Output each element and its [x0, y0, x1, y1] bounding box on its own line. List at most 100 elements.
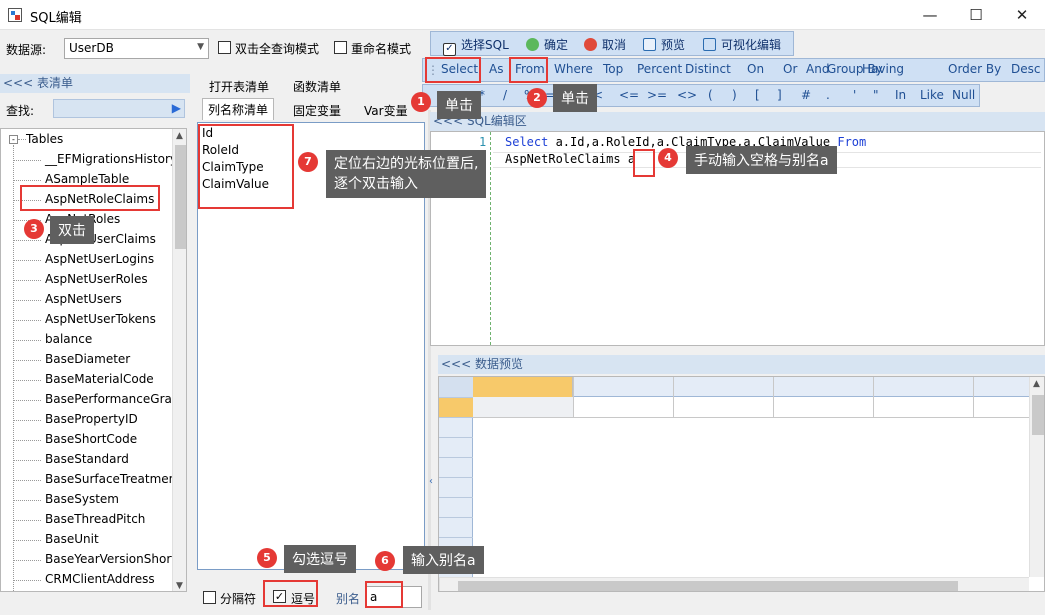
chevron-up-icon[interactable]: ▲ — [1033, 379, 1040, 389]
data-preview-grid[interactable]: ▲ — [438, 376, 1045, 592]
tab-open-tables[interactable]: 打开表清单 — [209, 78, 269, 95]
gutter-line — [490, 132, 491, 345]
highlight-alias-typed — [633, 149, 655, 177]
tab-functions[interactable]: 函数清单 — [293, 78, 341, 95]
grid-line — [773, 377, 774, 417]
operator-button[interactable]: >= — [647, 88, 667, 102]
tree-item[interactable]: BaseSystem — [45, 492, 119, 506]
keyword-button[interactable]: Or — [783, 62, 797, 76]
operator-button[interactable]: <= — [619, 88, 639, 102]
scroll-thumb[interactable] — [1032, 395, 1044, 435]
grid-vscrollbar[interactable]: ▲ — [1029, 377, 1044, 577]
ok-button[interactable]: 确定 — [526, 36, 568, 53]
search-input[interactable]: ▶ — [53, 99, 185, 118]
scroll-thumb[interactable] — [458, 581, 958, 591]
operator-button[interactable]: / — [503, 88, 507, 102]
chevron-up-icon[interactable]: ▲ — [176, 131, 183, 141]
tree-item[interactable]: BaseSurfaceTreatment — [45, 472, 181, 486]
keyword-button[interactable]: Top — [603, 62, 623, 76]
keyword-button[interactable]: Having — [862, 62, 904, 76]
keyword-button[interactable]: Where — [554, 62, 593, 76]
tree-item[interactable]: ASampleTable — [45, 172, 129, 186]
rename-mode-checkbox[interactable] — [334, 41, 347, 54]
operator-button[interactable]: ) — [732, 88, 737, 102]
keyword-button[interactable]: As — [489, 62, 503, 76]
main-toolbar: ✓ 选择SQL 确定 取消 预览 可视化编辑 — [430, 31, 794, 56]
operator-button[interactable]: ' — [853, 88, 856, 102]
grid-line — [439, 517, 473, 518]
full-query-checkbox[interactable] — [218, 41, 231, 54]
scroll-thumb[interactable] — [175, 145, 186, 249]
close-button[interactable]: ✕ — [999, 0, 1045, 30]
tree-item[interactable]: AspNetUserTokens — [45, 312, 156, 326]
tree-item[interactable]: AspNetUsers — [45, 292, 122, 306]
tab-fixed-vars[interactable]: 固定变量 — [293, 102, 341, 119]
tree-item[interactable]: BaseMaterialCode — [45, 372, 154, 386]
operator-button[interactable]: In — [895, 88, 906, 102]
keyword-button[interactable]: On — [747, 62, 764, 76]
active-column-header[interactable] — [473, 377, 573, 397]
operator-button[interactable]: Like — [920, 88, 944, 102]
tree-item[interactable]: BasePropertyID — [45, 412, 138, 426]
tree-item[interactable]: BaseShortCode — [45, 432, 137, 446]
preview-button[interactable]: 预览 — [643, 36, 685, 53]
data-preview-header[interactable]: <<< 数据预览 — [438, 355, 1045, 374]
tree-item[interactable]: BaseYearVersionShort — [45, 552, 176, 566]
tree-line — [14, 360, 41, 361]
tree-item[interactable]: __EFMigrationsHistory — [45, 152, 177, 166]
tree-item[interactable]: AspNetUserRoles — [45, 272, 148, 286]
keyword-button[interactable]: Distinct — [685, 62, 731, 76]
tree-item[interactable]: BaseThreadPitch — [45, 512, 145, 526]
chevron-down-icon[interactable]: ▼ — [176, 581, 183, 591]
cancel-button[interactable]: 取消 — [584, 36, 626, 53]
keyword-button[interactable]: Order By — [948, 62, 1001, 76]
collapse-icon[interactable]: - — [9, 135, 18, 144]
tab-var-vars[interactable]: Var变量 — [364, 102, 408, 119]
keyword-button[interactable]: Percent — [637, 62, 682, 76]
selected-cell[interactable] — [473, 397, 573, 417]
callout-7-line-2: 逐个双击输入 — [334, 176, 418, 192]
tree-item[interactable]: BaseDiameter — [45, 352, 130, 366]
step-badge-3: 3 — [24, 219, 44, 239]
grid-hscrollbar[interactable] — [439, 577, 1029, 591]
tree-item[interactable]: BaseStandard — [45, 452, 129, 466]
table-list-header[interactable]: <<< 表清单 — [0, 74, 190, 93]
operator-button[interactable]: <> — [677, 88, 697, 102]
play-icon[interactable]: ▶ — [172, 101, 181, 115]
separator-checkbox[interactable] — [203, 591, 216, 604]
operator-toolbar: +*/%=<<=>=<>()[]#.'"InLikeNull — [422, 84, 980, 107]
operator-button[interactable]: . — [826, 88, 830, 102]
select-all-corner[interactable] — [439, 377, 473, 397]
operator-button[interactable]: # — [801, 88, 811, 102]
minimize-button[interactable]: — — [907, 0, 953, 30]
maximize-button[interactable]: ☐ — [953, 0, 999, 30]
visual-edit-button[interactable]: 可视化编辑 — [703, 36, 781, 53]
tree-line — [14, 520, 41, 521]
operator-button[interactable]: [ — [755, 88, 760, 102]
operator-button[interactable]: ( — [708, 88, 713, 102]
operator-button[interactable]: ] — [777, 88, 782, 102]
tab-columns[interactable]: 列名称清单 — [202, 98, 275, 120]
tree-item[interactable]: BaseUnit — [45, 532, 99, 546]
full-query-label: 双击全查询模式 — [235, 42, 320, 56]
tree-root[interactable]: Tables — [26, 132, 63, 146]
tree-item[interactable]: BasePerformanceGrad — [45, 392, 179, 406]
tree-line — [14, 180, 41, 181]
tree-scrollbar[interactable]: ▲ ▼ — [172, 129, 186, 591]
operator-button[interactable]: " — [873, 88, 879, 102]
sql-editor-header[interactable]: <<< SQL编辑区 — [430, 112, 1045, 131]
tree-item[interactable]: AspNetUserLogins — [45, 252, 154, 266]
tree-item[interactable]: balance — [45, 332, 92, 346]
grid-line — [439, 397, 473, 398]
operator-button[interactable]: Null — [952, 88, 975, 102]
sql-line-2: AspNetRoleClaims a — [505, 152, 636, 166]
keyword-button[interactable]: And — [806, 62, 829, 76]
step-badge-2: 2 — [527, 88, 547, 108]
keyword-button[interactable]: Desc — [1011, 62, 1040, 76]
tree-item[interactable]: CRMClientAddress — [45, 572, 155, 586]
datasource-select[interactable]: UserDB ▼ — [64, 38, 209, 59]
select-sql-button[interactable]: ✓ 选择SQL — [443, 36, 509, 56]
chevron-left-icon[interactable]: ‹ — [429, 476, 433, 487]
callout-1: 单击 — [437, 91, 481, 119]
active-row-header[interactable] — [439, 397, 473, 417]
